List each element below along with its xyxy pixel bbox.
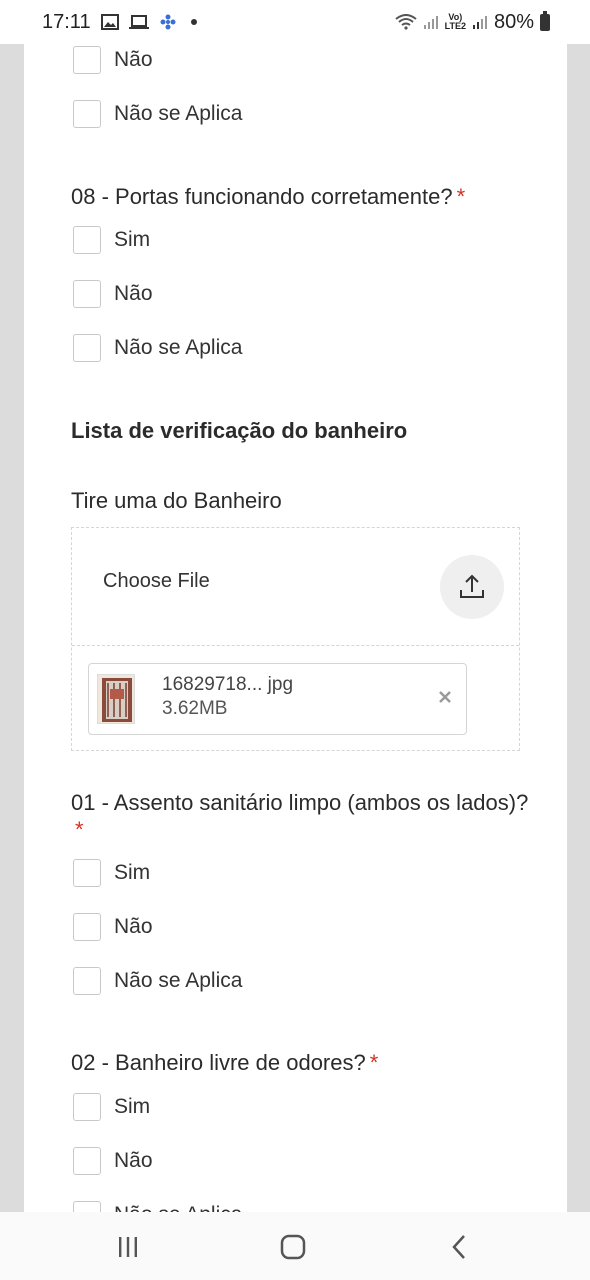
checkbox[interactable]: [73, 226, 101, 254]
notification-dot-icon: [190, 19, 197, 25]
file-thumbnail: [97, 674, 135, 724]
recent-apps-button[interactable]: [113, 1232, 143, 1262]
image-icon: [100, 14, 119, 30]
option-nao[interactable]: Não: [73, 913, 153, 941]
back-icon: [452, 1235, 465, 1259]
required-mark: *: [456, 184, 466, 209]
option-nao[interactable]: Não: [73, 1147, 153, 1175]
app-icon: [159, 13, 177, 31]
uploaded-file-item: 16829718... jpg 3.62MB: [88, 663, 467, 735]
checkbox[interactable]: [73, 280, 101, 308]
checkbox[interactable]: [73, 100, 101, 128]
close-icon: [439, 691, 451, 703]
checkbox[interactable]: [73, 1147, 101, 1175]
photo-question-label: Tire uma do Banheiro: [71, 488, 282, 513]
required-mark: *: [369, 1050, 379, 1075]
volte-icon: Vo) LTE2: [444, 12, 466, 31]
option-nao-se-aplica[interactable]: Não se Aplica: [73, 967, 242, 995]
required-mark: *: [75, 817, 84, 842]
upload-icon: [460, 574, 484, 598]
checkbox[interactable]: [73, 334, 101, 362]
signal-icon-2: [472, 14, 488, 30]
checkbox[interactable]: [73, 913, 101, 941]
battery-icon: [540, 10, 550, 31]
option-sim[interactable]: Sim: [73, 859, 150, 887]
checkbox[interactable]: [73, 859, 101, 887]
option-nao-se-aplica[interactable]: Não se Aplica: [73, 100, 242, 128]
file-size: 3.62MB: [162, 698, 228, 719]
navigation-bar: [0, 1212, 590, 1280]
signal-icon: [423, 14, 439, 30]
section-title: Lista de verificação do banheiro: [71, 418, 408, 443]
back-button[interactable]: [444, 1232, 474, 1262]
battery-percent: 80%: [493, 10, 534, 33]
option-sim[interactable]: Sim: [73, 1093, 150, 1121]
form-card: Não Não se Aplica 08 - Portas funcionand…: [24, 44, 567, 1212]
checkbox[interactable]: [73, 967, 101, 995]
checkbox[interactable]: [73, 1201, 101, 1212]
option-sim[interactable]: Sim: [73, 226, 150, 254]
upload-button[interactable]: [440, 555, 504, 619]
recent-apps-icon: [119, 1237, 137, 1257]
laptop-icon: [128, 14, 149, 30]
status-time: 17:11: [42, 10, 91, 33]
home-button[interactable]: [278, 1232, 308, 1262]
status-bar: 17:11 Vo) LTE2 80%: [0, 0, 590, 44]
question-01-label: 01 - Assento sanitário limpo (ambos os l…: [71, 790, 529, 842]
question-02-label: 02 - Banheiro livre de odores? *: [71, 1050, 379, 1075]
option-nao-se-aplica[interactable]: Não se Aplica: [73, 334, 242, 362]
question-08-label: 08 - Portas funcionando corretamente? *: [71, 184, 466, 209]
choose-file-label[interactable]: Choose File: [103, 570, 210, 593]
upload-dropzone[interactable]: Choose File: [72, 528, 519, 646]
option-nao[interactable]: Não: [73, 46, 153, 74]
file-name: 16829718... jpg: [162, 674, 294, 695]
wifi-icon: [395, 14, 417, 30]
remove-file-button[interactable]: [434, 686, 456, 708]
home-icon: [280, 1234, 306, 1260]
file-upload: Choose File 16829718... jpg 3.62MB: [71, 527, 520, 751]
option-nao[interactable]: Não: [73, 280, 153, 308]
checkbox[interactable]: [73, 1093, 101, 1121]
option-nao-se-aplica[interactable]: Não se Aplica: [73, 1201, 242, 1212]
checkbox[interactable]: [73, 46, 101, 74]
